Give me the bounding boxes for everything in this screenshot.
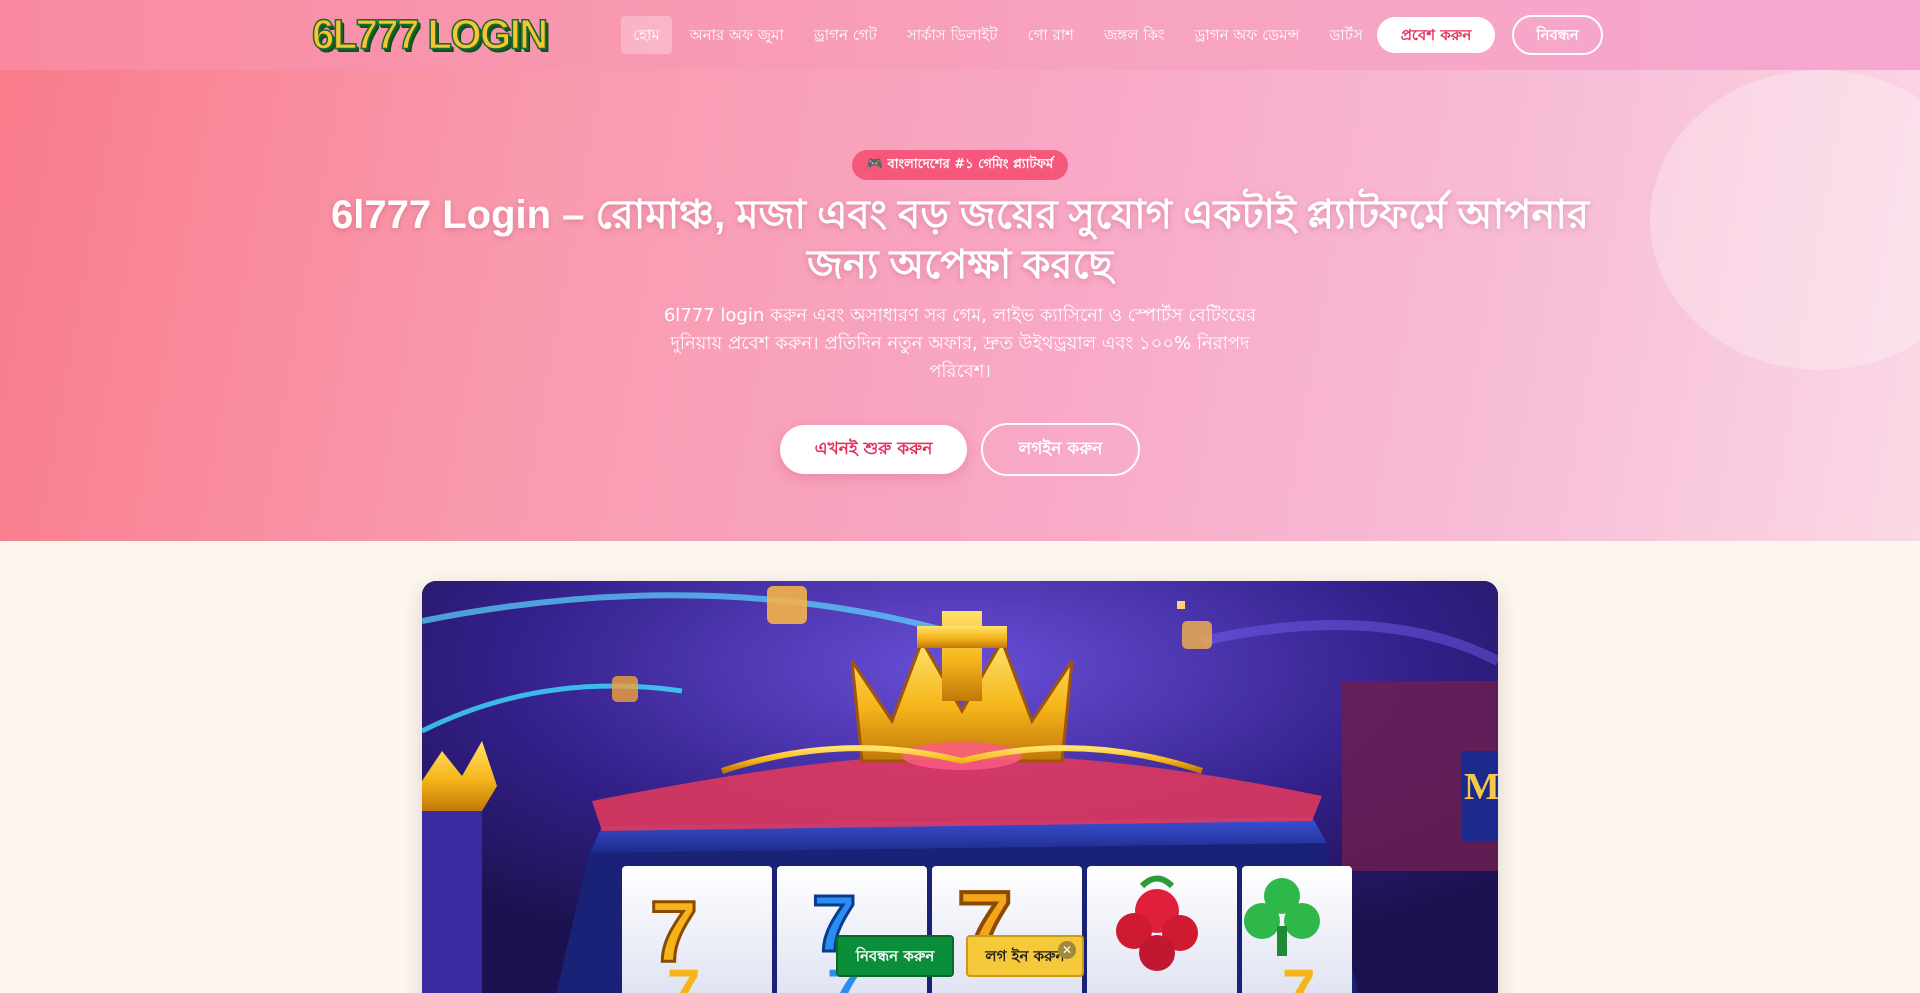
close-icon[interactable]: ✕ bbox=[1058, 941, 1076, 959]
header-register-button[interactable]: নিবন্ধন bbox=[1512, 15, 1603, 55]
header-login-button[interactable]: প্রবেশ করুন bbox=[1377, 17, 1495, 53]
nav-item-honor-of-zuma[interactable]: অনার অফ জুমা bbox=[678, 16, 796, 54]
slot-machine-illustration: M 7 7 7 7 7 7 bbox=[422, 581, 1498, 993]
start-now-button[interactable]: এখনই শুরু করুন bbox=[780, 425, 967, 474]
nav-item-darts[interactable]: ডার্টস bbox=[1317, 16, 1374, 54]
slot-machine-image: M 7 7 7 7 7 7 bbox=[422, 581, 1498, 993]
hero-section: 🎮 বাংলাদেশের #১ গেমিং প্ল্যাটফর্ম 6l777 … bbox=[0, 0, 1920, 541]
floating-register-button[interactable]: নিবন্ধন করুন bbox=[836, 935, 954, 977]
hero-login-button[interactable]: লগইন করুন bbox=[981, 423, 1140, 476]
nav-item-jungle-king[interactable]: জঙ্গল কিং bbox=[1092, 16, 1177, 54]
nav-item-dragon-of-demons[interactable]: ড্রাগন অফ ডেমন্স bbox=[1183, 16, 1312, 54]
site-logo[interactable]: 6L777 LOGIN bbox=[311, 11, 549, 59]
svg-text:7: 7 bbox=[1282, 957, 1315, 993]
top-navbar: 6L777 LOGIN হোম অনার অফ জুমা ড্রাগন গেট … bbox=[0, 0, 1920, 70]
nav-item-dragon-gate[interactable]: ড্রাগন গেট bbox=[802, 16, 889, 54]
svg-text:M: M bbox=[1464, 766, 1498, 808]
svg-text:7: 7 bbox=[667, 957, 700, 993]
nav-item-go-rush[interactable]: গো রাশ bbox=[1015, 16, 1086, 54]
hero-decorative-glow bbox=[1650, 70, 1920, 370]
nav-item-circus-delight[interactable]: সার্কাস ডিলাইট bbox=[895, 16, 1010, 54]
nav-item-home[interactable]: হোম bbox=[621, 16, 672, 54]
hero-badge: 🎮 বাংলাদেশের #১ গেমিং প্ল্যাটফর্ম bbox=[852, 150, 1068, 180]
hero-title: 6l777 Login – রোমাঞ্চ, মজা এবং বড় জয়ের… bbox=[331, 193, 1589, 287]
hero-description: 6l777 login করুন এবং অসাধারণ সব গেম, লাই… bbox=[663, 305, 1257, 382]
main-nav: হোম অনার অফ জুমা ড্রাগন গেট সার্কাস ডিলা… bbox=[621, 16, 1375, 54]
